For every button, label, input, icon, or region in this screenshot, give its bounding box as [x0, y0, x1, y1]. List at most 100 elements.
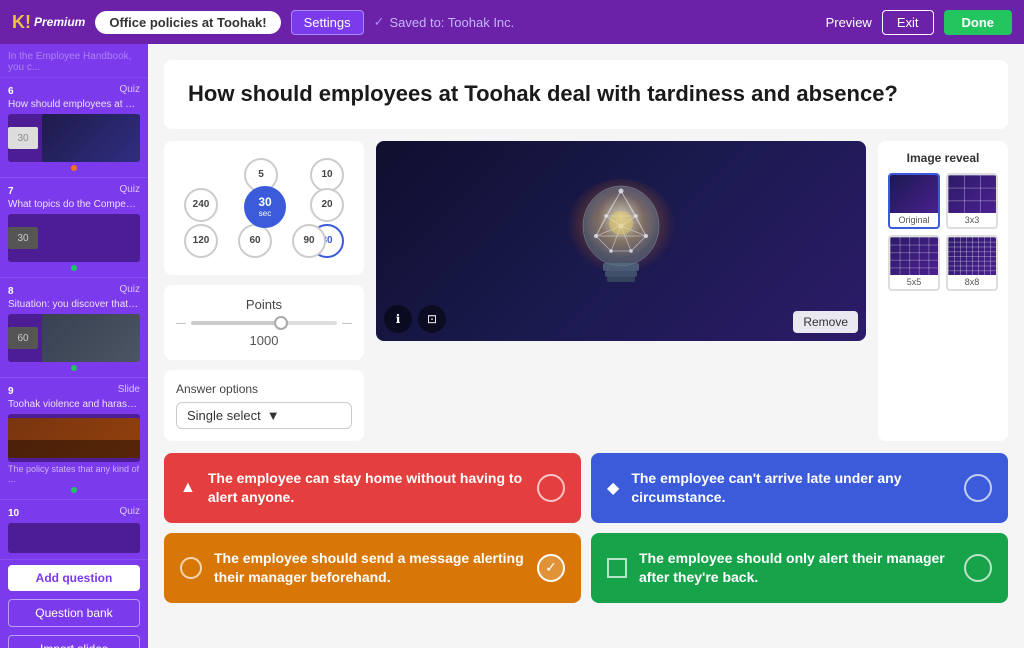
left-panel: 5 10 240 30sec 20 120 60 [164, 141, 364, 441]
points-slider-row: — — [176, 318, 352, 329]
sidebar: In the Employee Handbook, you c... 6 Qui… [0, 44, 148, 648]
header-right: Preview Exit Done [826, 10, 1012, 35]
reveal-option-original[interactable]: Original [888, 173, 940, 229]
reveal-title: Image reveal [888, 151, 998, 165]
sidebar-item-7[interactable]: 7 Quiz What topics do the Compensatio...… [0, 178, 148, 278]
slide-type-9: Slide [118, 384, 140, 395]
add-question-button[interactable]: Add question [8, 565, 140, 591]
slide-type-10: Quiz [119, 506, 140, 517]
slide-num-6: 6 [8, 86, 14, 97]
slide-num-10: 10 [8, 508, 19, 519]
slide-thumb-8: 60 [8, 314, 140, 362]
answer-check-1[interactable] [964, 474, 992, 502]
slide-title-6: How should employees at Toohak ... [8, 98, 140, 111]
answer-card-3[interactable]: The employee should only alert their man… [591, 533, 1008, 603]
logo: K! Premium [12, 12, 85, 33]
saved-indicator: ✓ Saved to: Toohak Inc. [374, 14, 515, 30]
slide-title-7: What topics do the Compensatio... [8, 198, 140, 211]
reveal-thumb-3x3 [948, 175, 996, 213]
answer-icon-circle [180, 557, 202, 579]
points-max-icon: — [342, 318, 352, 329]
saved-check-icon: ✓ [374, 14, 385, 30]
sidebar-item-8[interactable]: 8 Quiz Situation: you discover that a co… [0, 278, 148, 378]
slide-num-8: 8 [8, 286, 14, 297]
reveal-option-5x5[interactable]: 5x5 [888, 235, 940, 291]
answers-grid: ▲ The employee can stay home without hav… [164, 453, 1008, 603]
slide-type-8: Quiz [119, 284, 140, 295]
single-select-dropdown[interactable]: Single select ▼ [176, 402, 352, 429]
dropdown-arrow-icon: ▼ [267, 408, 280, 423]
settings-button[interactable]: Settings [291, 10, 364, 35]
slide-subtitle-9: The policy states that any kind of ... [8, 464, 140, 484]
timer-btn-120[interactable]: 120 [184, 224, 218, 258]
timer-btn-30[interactable]: 30sec [244, 186, 286, 228]
answer-text-3: The employee should only alert their man… [639, 549, 952, 585]
active-tab[interactable]: Office policies at Toohak! [95, 11, 280, 34]
answer-icon-square [607, 558, 627, 578]
answer-text-2: The employee should send a message alert… [214, 549, 525, 585]
slide-dot-9 [71, 487, 77, 493]
points-panel: Points — — 1000 [164, 285, 364, 360]
sidebar-item-10[interactable]: 10 Quiz [0, 500, 148, 560]
timer-btn-10[interactable]: 10 [310, 158, 344, 192]
answer-icon-diamond: ◆ [607, 478, 619, 498]
reveal-option-3x3[interactable]: 3x3 [946, 173, 998, 229]
reveal-thumb-8x8 [948, 237, 996, 275]
timer-btn-240[interactable]: 240 [184, 188, 218, 222]
sidebar-item-6[interactable]: 6 Quiz How should employees at Toohak ..… [0, 78, 148, 178]
answer-card-2[interactable]: The employee should send a message alert… [164, 533, 581, 603]
answer-options-label: Answer options [176, 382, 352, 396]
points-min-icon: — [176, 318, 186, 329]
slide-dot-7 [71, 265, 77, 271]
logo-k-icon: K! [12, 12, 31, 33]
question-box: How should employees at Toohak deal with… [164, 60, 1008, 129]
slide-thumb-9 [8, 414, 140, 462]
points-label: Points [176, 297, 352, 312]
sidebar-item-9[interactable]: 9 Slide Toohak violence and harassment .… [0, 378, 148, 500]
image-reveal-panel: Image reveal Original 3x3 5x5 [878, 141, 1008, 441]
reveal-option-8x8[interactable]: 8x8 [946, 235, 998, 291]
reveal-thumb-5x5 [890, 237, 938, 275]
slider-handle[interactable] [274, 316, 288, 330]
slide-dot-6 [71, 165, 77, 171]
slide-title-9: Toohak violence and harassment ... [8, 398, 140, 411]
slide-thumb-6: 30 [8, 114, 140, 162]
preview-button[interactable]: Preview [826, 15, 872, 30]
reveal-thumb-original [890, 175, 938, 213]
answer-text-1: The employee can't arrive late under any… [631, 469, 952, 505]
exit-button[interactable]: Exit [882, 10, 934, 35]
slide-partial-text: In the Employee Handbook, you c... [8, 51, 140, 73]
reveal-label-original: Original [890, 213, 938, 227]
sidebar-item-6-top[interactable]: In the Employee Handbook, you c... [0, 48, 148, 78]
main-layout: In the Employee Handbook, you c... 6 Qui… [0, 44, 1024, 648]
answer-card-1[interactable]: ◆ The employee can't arrive late under a… [591, 453, 1008, 523]
reveal-label-3x3: 3x3 [948, 213, 996, 227]
import-slides-button[interactable]: Import slides [8, 635, 140, 648]
slide-dot-8 [71, 365, 77, 371]
reveal-label-8x8: 8x8 [948, 275, 996, 289]
timer-panel: 5 10 240 30sec 20 120 60 [164, 141, 364, 275]
image-info-button[interactable]: ℹ [384, 305, 412, 333]
answer-card-0[interactable]: ▲ The employee can stay home without hav… [164, 453, 581, 523]
timer-btn-20[interactable]: 20 [310, 188, 344, 222]
slide-type-7: Quiz [119, 184, 140, 195]
remove-image-button[interactable]: Remove [793, 311, 858, 333]
timer-btn-90[interactable]: 90 [292, 224, 326, 258]
timer-btn-60[interactable]: 60 [238, 224, 272, 258]
question-bank-button[interactable]: Question bank [8, 599, 140, 627]
done-button[interactable]: Done [944, 10, 1013, 35]
answer-check-2[interactable]: ✓ [537, 554, 565, 582]
content-area: How should employees at Toohak deal with… [148, 44, 1024, 648]
answer-check-3[interactable] [964, 554, 992, 582]
slider-fill [191, 321, 279, 325]
answer-text-0: The employee can stay home without havin… [208, 469, 525, 505]
image-box: ℹ ⊡ Remove [376, 141, 866, 341]
image-crop-button[interactable]: ⊡ [418, 305, 446, 333]
points-slider[interactable] [191, 321, 337, 325]
saved-text: Saved to: Toohak Inc. [389, 15, 514, 30]
slide-num-7: 7 [8, 186, 14, 197]
reveal-label-5x5: 5x5 [890, 275, 938, 289]
slide-thumb-10 [8, 523, 140, 553]
single-select-label: Single select [187, 408, 261, 423]
answer-check-0[interactable] [537, 474, 565, 502]
